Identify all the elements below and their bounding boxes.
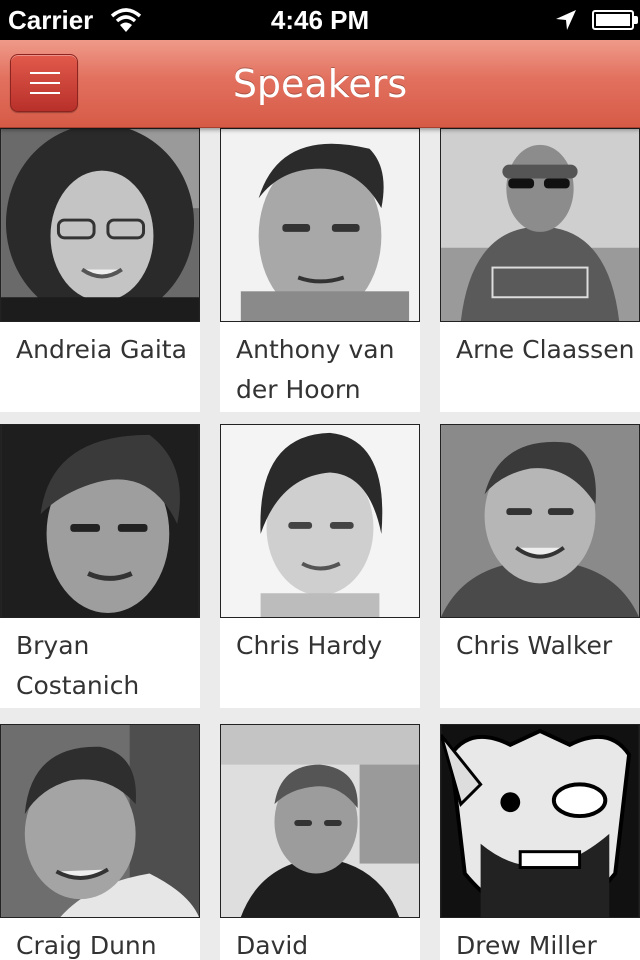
status-bar: Carrier 4:46 PM [0, 0, 640, 40]
speaker-card[interactable]: David [220, 724, 420, 960]
speaker-name: Bryan Costanich [16, 631, 140, 700]
speaker-card[interactable]: Drew Miller [440, 724, 640, 960]
speaker-name: Craig Dunn [16, 931, 157, 960]
speaker-name: Chris Walker [456, 631, 613, 660]
speaker-name: Anthony van der Hoorn [236, 335, 395, 404]
speaker-photo [0, 128, 200, 322]
speaker-card[interactable]: Arne Claassen [440, 128, 640, 412]
page-title: Speakers [232, 62, 408, 106]
speaker-card[interactable]: Bryan Costanich [0, 424, 200, 708]
speaker-card[interactable]: Chris Hardy [220, 424, 420, 708]
speaker-photo [220, 128, 420, 322]
speaker-name: Andreia Gaita [16, 335, 187, 364]
speaker-name: David [236, 931, 309, 960]
speaker-photo [220, 424, 420, 618]
speaker-name: Drew Miller [456, 931, 597, 960]
speaker-photo [440, 424, 640, 618]
location-arrow-icon [556, 10, 576, 30]
speaker-grid: Andreia Gaita Anthony van der Hoorn Arne… [0, 128, 640, 960]
battery-icon [592, 10, 638, 30]
speaker-card[interactable]: Craig Dunn [0, 724, 200, 960]
speaker-photo [0, 424, 200, 618]
speaker-photo [0, 724, 200, 918]
speaker-photo [440, 724, 640, 918]
speaker-card[interactable]: Chris Walker [440, 424, 640, 708]
navigation-bar: Speakers [0, 40, 640, 128]
speaker-card[interactable]: Andreia Gaita [0, 128, 200, 412]
speaker-name: Arne Claassen [456, 335, 635, 364]
speaker-card[interactable]: Anthony van der Hoorn [220, 128, 420, 412]
speaker-photo [440, 128, 640, 322]
clock-label: 4:46 PM [270, 5, 370, 35]
speaker-photo [220, 724, 420, 918]
speaker-name: Chris Hardy [236, 631, 383, 660]
